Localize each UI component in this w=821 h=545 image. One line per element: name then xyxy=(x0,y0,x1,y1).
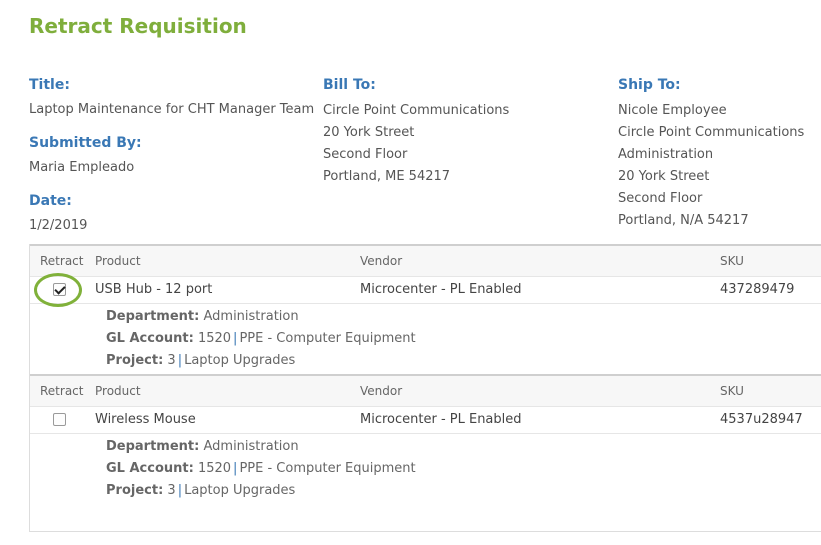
department-value: Administration xyxy=(203,309,299,324)
separator: | xyxy=(177,353,183,368)
table-row: USB Hub - 12 port Microcenter - PL Enabl… xyxy=(30,273,821,307)
retract-column-header: Retract xyxy=(40,384,84,398)
ship-to-line: Second Floor xyxy=(618,191,703,206)
separator: | xyxy=(177,483,183,498)
retract-checkbox[interactable] xyxy=(53,413,66,426)
table-row: Wireless Mouse Microcenter - PL Enabled … xyxy=(30,406,821,434)
table-header: Retract Product Vendor SKU xyxy=(30,374,821,406)
product-column-header: Product xyxy=(95,384,141,398)
bill-to-line: Circle Point Communications xyxy=(323,103,510,118)
bill-to-line: Portland, ME 54217 xyxy=(323,169,451,184)
page-title: Retract Requisition xyxy=(29,14,247,38)
item-details: Department: Administration GL Account: 1… xyxy=(106,306,416,372)
ship-to-line: 20 York Street xyxy=(618,169,710,184)
gl-account-name: PPE - Computer Equipment xyxy=(239,461,416,476)
product-name: USB Hub - 12 port xyxy=(95,282,213,297)
gl-account-line: GL Account: 1520 | PPE - Computer Equipmen… xyxy=(106,458,416,480)
sku-value: 4537u28947 xyxy=(720,412,803,427)
vendor-column-header: Vendor xyxy=(360,384,403,398)
ship-to-line: Nicole Employee xyxy=(618,103,727,118)
gl-account-line: GL Account: 1520 | PPE - Computer Equipmen… xyxy=(106,328,416,350)
project-label: Project: xyxy=(106,353,164,368)
project-name: Laptop Upgrades xyxy=(184,353,296,368)
sku-value: 437289479 xyxy=(720,282,795,297)
ship-to-line: Portland, N/A 54217 xyxy=(618,213,749,228)
gl-account-code: 1520 xyxy=(197,461,232,476)
product-name: Wireless Mouse xyxy=(95,412,196,427)
date-value: 1/2/2019 xyxy=(29,218,88,233)
ship-to-column: Ship To: Nicole Employee Circle Point Co… xyxy=(618,76,804,232)
department-label: Department: xyxy=(106,309,200,324)
vendor-name: Microcenter - PL Enabled xyxy=(360,412,522,427)
sku-column-header: SKU xyxy=(720,254,744,268)
vendor-name: Microcenter - PL Enabled xyxy=(360,282,522,297)
title-value: Laptop Maintenance for CHT Manager Team xyxy=(29,102,315,117)
department-label: Department: xyxy=(106,439,200,454)
department-line: Department: Administration xyxy=(106,436,416,458)
gl-account-name: PPE - Computer Equipment xyxy=(239,331,416,346)
product-column-header: Product xyxy=(95,254,141,268)
title-column: Title: Laptop Maintenance for CHT Manage… xyxy=(29,76,314,250)
title-label: Title: xyxy=(29,77,70,93)
bill-to-label: Bill To: xyxy=(323,77,376,93)
project-name: Laptop Upgrades xyxy=(184,483,296,498)
department-line: Department: Administration xyxy=(106,306,416,328)
ship-to-line: Administration xyxy=(618,147,714,162)
project-code: 3 xyxy=(167,353,176,368)
item-details: Department: Administration GL Account: 1… xyxy=(106,436,416,502)
gl-account-label: GL Account: xyxy=(106,461,194,476)
bill-to-line: Second Floor xyxy=(323,147,408,162)
ship-to-line: Circle Point Communications xyxy=(618,125,805,140)
submitted-by-value: Maria Empleado xyxy=(29,160,135,175)
table-header: Retract Product Vendor SKU xyxy=(30,244,821,276)
project-line: Project: 3 | Laptop Upgrades xyxy=(106,350,416,372)
date-label: Date: xyxy=(29,193,72,209)
ship-to-label: Ship To: xyxy=(618,77,681,93)
retract-checkbox[interactable] xyxy=(53,283,66,296)
department-value: Administration xyxy=(203,439,299,454)
sku-column-header: SKU xyxy=(720,384,744,398)
retract-items-table: Retract Product Vendor SKU USB Hub - 12 … xyxy=(29,244,821,532)
vendor-column-header: Vendor xyxy=(360,254,403,268)
bill-to-column: Bill To: Circle Point Communications 20 … xyxy=(323,76,509,188)
gl-account-code: 1520 xyxy=(197,331,232,346)
project-code: 3 xyxy=(167,483,176,498)
gl-account-label: GL Account: xyxy=(106,331,194,346)
project-line: Project: 3 | Laptop Upgrades xyxy=(106,480,416,502)
bill-to-line: 20 York Street xyxy=(323,125,415,140)
project-label: Project: xyxy=(106,483,164,498)
submitted-by-label: Submitted By: xyxy=(29,135,142,151)
retract-column-header: Retract xyxy=(40,254,84,268)
